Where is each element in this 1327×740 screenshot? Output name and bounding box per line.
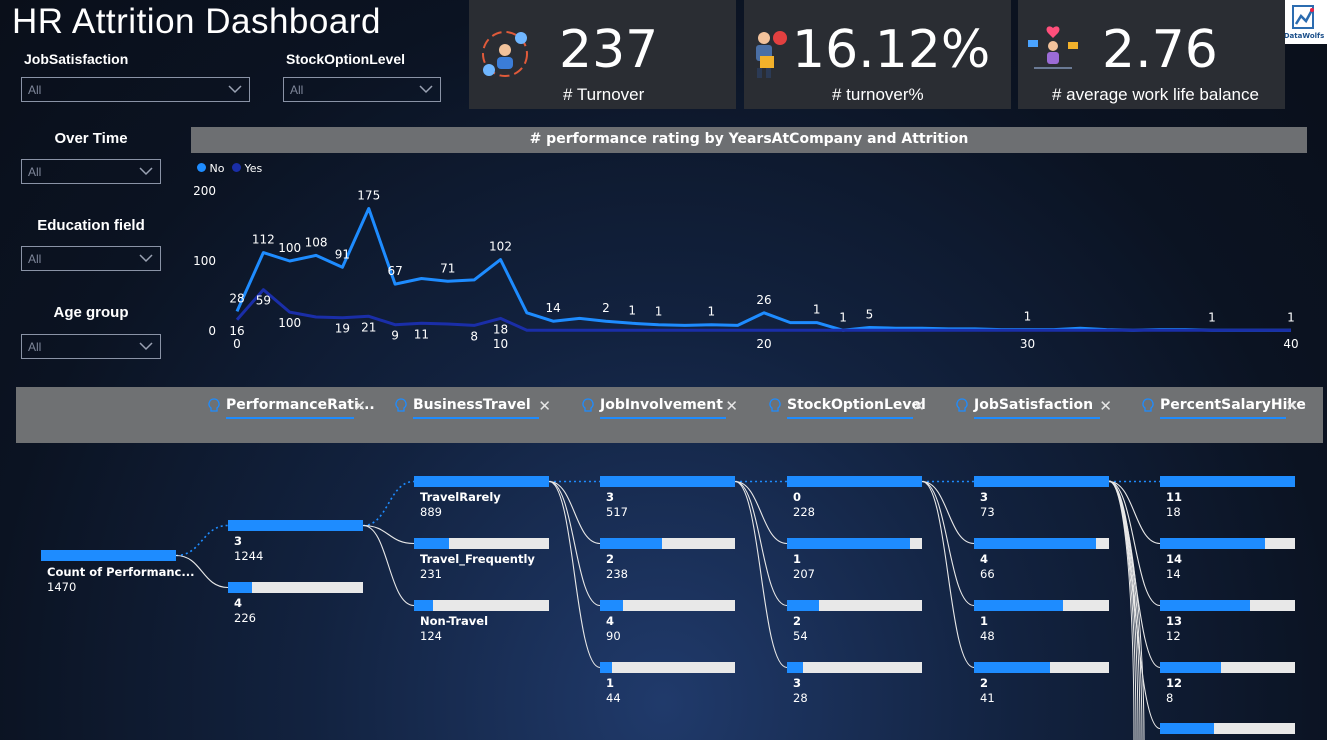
node-bar-fill [414,600,433,611]
node-bar-fill [1160,600,1251,611]
node-value: 8 [1166,691,1174,705]
node-value: 124 [420,629,442,643]
tree-node-travel[interactable] [414,538,549,549]
node-bar-fill [787,538,910,549]
node-label: 1 [793,552,802,566]
tree-node-performance[interactable] [228,582,363,593]
node-label: Non-Travel [420,614,489,628]
node-label: 3 [606,490,615,504]
node-label: 3 [234,534,243,548]
node-label: 3 [980,490,989,504]
node-label: 4 [606,614,615,628]
node-bar-fill [974,662,1050,673]
node-value: 66 [980,567,995,581]
node-label: 2 [606,552,615,566]
node-label: 1 [606,676,615,690]
tree-node-involvement[interactable] [600,476,735,487]
decomposition-tree-body: Count of Performanc... 1470 3 1244 4 226 Trave… [0,0,1327,740]
node-value: 48 [980,629,995,643]
node-label: 4 [234,596,243,610]
tree-node-travel[interactable] [414,600,549,611]
node-value: 226 [234,611,256,625]
node-bar-fill [228,520,363,531]
tree-node-travel[interactable] [414,476,549,487]
tree-node-stock[interactable] [787,476,922,487]
node-value: 1244 [234,549,264,563]
tree-node-salaryhike[interactable] [1160,538,1295,549]
node-label: 3 [793,676,802,690]
node-bar-fill [974,476,1109,487]
node-bar-fill [600,538,663,549]
node-label: 2 [793,614,802,628]
node-bar-fill [600,662,613,673]
node-bar-fill [974,600,1064,611]
node-label: 1 [980,614,989,628]
node-bar-fill [41,550,176,561]
node-value: 228 [793,505,815,519]
node-label: 13 [1166,614,1183,628]
node-value: 12 [1166,629,1181,643]
tree-node-satisfaction[interactable] [974,476,1109,487]
node-label: 11 [1166,490,1183,504]
node-label: 14 [1166,552,1183,566]
node-label: 2 [980,676,989,690]
node-value: 1470 [47,580,77,594]
node-bar-fill [228,582,253,593]
node-value: 28 [793,691,808,705]
tree-node-stock[interactable] [787,600,922,611]
node-bar-fill [414,538,450,549]
node-value: 517 [606,505,628,519]
node-bar-fill [1160,538,1266,549]
node-label: 12 [1166,676,1183,690]
tree-node-root[interactable] [41,550,176,561]
node-value: 889 [420,505,442,519]
node-value: 18 [1166,505,1181,519]
tree-node-satisfaction[interactable] [974,600,1109,611]
tree-node-salaryhike[interactable] [1160,476,1295,487]
node-label: Count of Performanc... [47,565,195,579]
node-bar-fill [600,600,623,611]
tree-node-satisfaction[interactable] [974,662,1109,673]
node-bar-fill [1160,476,1295,487]
node-value: 231 [420,567,442,581]
node-bar-fill [600,476,735,487]
node-bar-fill [1160,662,1221,673]
tree-node-salaryhike[interactable] [1160,600,1295,611]
node-bar-fill [787,662,804,673]
node-value: 14 [1166,567,1181,581]
node-value: 41 [980,691,995,705]
tree-node-salaryhike[interactable] [1160,723,1295,734]
node-bar-fill [414,476,549,487]
node-bar-fill [787,600,820,611]
node-value: 73 [980,505,995,519]
node-value: 238 [606,567,628,581]
node-label: Travel_Frequently [420,552,535,566]
node-label: 4 [980,552,989,566]
tree-node-involvement[interactable] [600,662,735,673]
node-value: 90 [606,629,621,643]
node-label: TravelRarely [420,490,501,504]
tree-node-stock[interactable] [787,662,922,673]
tree-node-salaryhike[interactable] [1160,662,1295,673]
node-label: 0 [793,490,802,504]
tree-node-involvement[interactable] [600,538,735,549]
tree-node-stock[interactable] [787,538,922,549]
tree-node-performance[interactable] [228,520,363,531]
node-bar-fill [974,538,1096,549]
node-bar-fill [1160,723,1214,734]
tree-node-satisfaction[interactable] [974,538,1109,549]
node-value: 207 [793,567,815,581]
tree-node-involvement[interactable] [600,600,735,611]
node-value: 44 [606,691,621,705]
node-bar-fill [787,476,922,487]
node-value: 54 [793,629,808,643]
